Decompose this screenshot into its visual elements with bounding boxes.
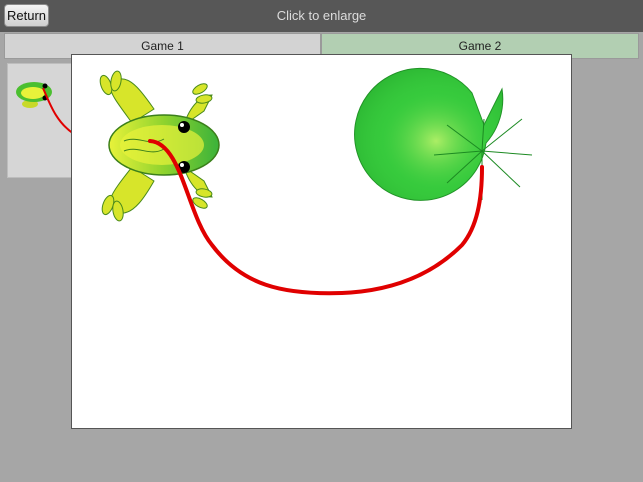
frog-icon	[99, 70, 220, 222]
click-to-enlarge-label: Click to enlarge	[276, 8, 367, 23]
top-bar: Click to enlarge Return	[0, 0, 643, 32]
return-button[interactable]: Return	[4, 4, 49, 27]
game-thumbnail[interactable]	[7, 63, 75, 178]
thumbnail-drawing	[16, 82, 74, 135]
canvas-drawing	[99, 67, 533, 296]
lily-pad-icon	[354, 67, 533, 201]
enlarged-canvas[interactable]	[71, 54, 572, 429]
